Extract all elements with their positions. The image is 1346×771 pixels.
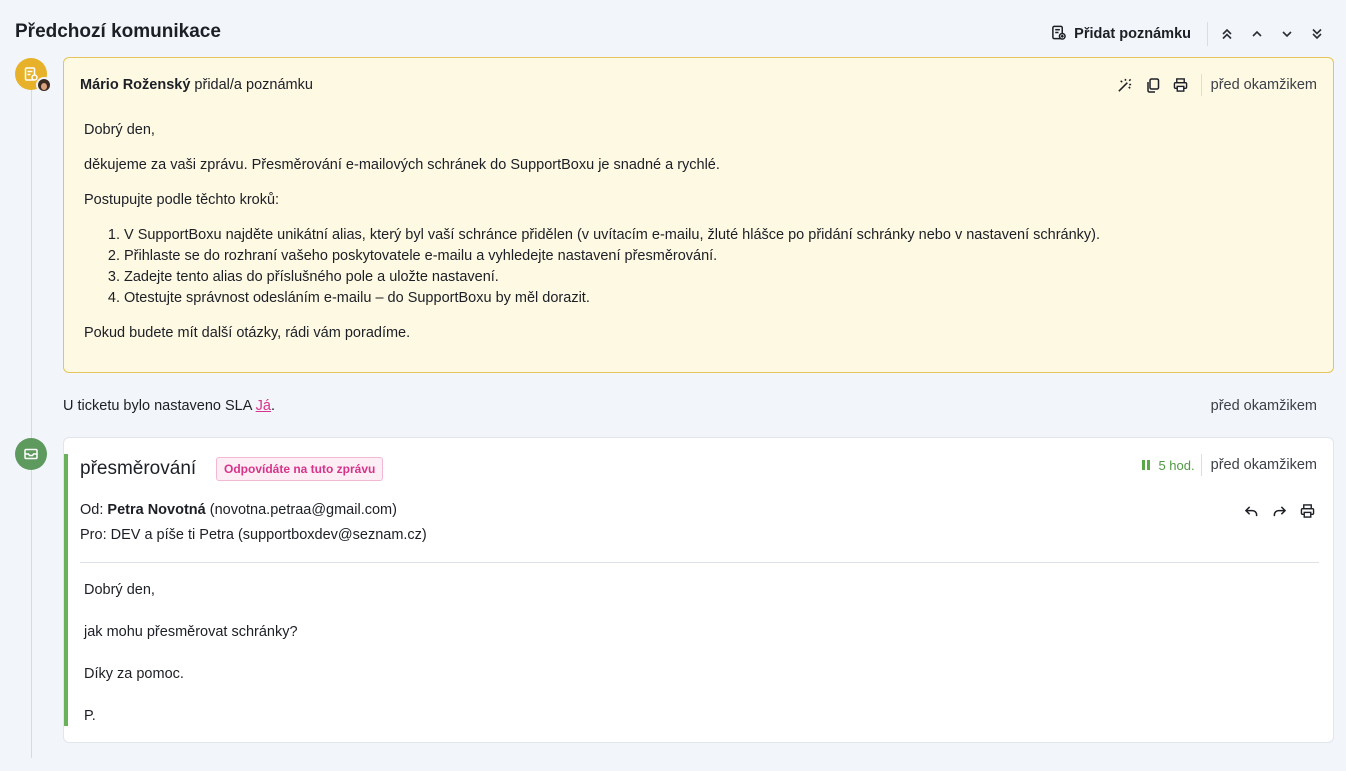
note-action-text: přidal/a poznámku	[190, 77, 313, 93]
jump-first-button[interactable]	[1212, 20, 1242, 48]
list-item: Zadejte tento alias do příslušného pole …	[124, 267, 1314, 288]
chevron-down-icon	[1282, 31, 1292, 38]
sla-event-text: U ticketu bylo nastaveno SLA Já.	[63, 398, 275, 414]
mail-card: přesměrování Odpovídáte na tuto zprávu 5…	[63, 437, 1334, 743]
mail-body-line: Dobrý den,	[84, 582, 155, 598]
list-item: Přihlaste se do rozhraní vašeho poskytov…	[124, 246, 1314, 267]
note-card: Mário Roženský přidal/a poznámku před ok…	[63, 57, 1334, 373]
note-timestamp: před okamžikem	[1210, 77, 1317, 93]
note-intro: děkujeme za vaši zprávu. Přesměrování e-…	[84, 157, 720, 173]
sla-text-end: .	[270, 398, 276, 414]
note-plus-icon	[1051, 25, 1066, 44]
note-author: Mário Roženský	[80, 77, 191, 93]
author-avatar	[36, 77, 52, 93]
chevrons-down-icon	[1312, 28, 1322, 40]
forward-button[interactable]	[1265, 500, 1293, 522]
sla-text: U ticketu bylo nastaveno SLA	[63, 398, 256, 414]
page-title: Předchozí komunikace	[15, 21, 221, 42]
note-greeting: Dobrý den,	[84, 122, 155, 138]
reply-button[interactable]	[1237, 500, 1265, 522]
chevron-up-icon	[1252, 30, 1262, 37]
mail-incoming-icon	[24, 448, 38, 460]
mail-accent-bar	[64, 454, 68, 726]
previous-button[interactable]	[1242, 20, 1272, 48]
replying-badge: Odpovídáte na tuto zprávu	[216, 457, 384, 481]
jump-last-button[interactable]	[1302, 20, 1332, 48]
note-steps-list: V SupportBoxu najděte unikátní alias, kt…	[84, 225, 1314, 309]
reply-icon	[1244, 505, 1257, 516]
mail-to: Pro: DEV a píše ti Petra (supportboxdev@…	[80, 527, 427, 543]
mail-body-line: Díky za pomoc.	[84, 666, 184, 682]
magic-wand-icon	[1118, 78, 1132, 92]
mail-divider	[80, 562, 1319, 563]
copy-icon	[1146, 77, 1159, 93]
note-body: Dobrý den, děkujeme za vaši zprávu. Přes…	[84, 120, 1314, 358]
copy-button[interactable]	[1139, 74, 1167, 96]
sla-event: U ticketu bylo nastaveno SLA Já. před ok…	[63, 396, 1317, 416]
note-closing: Pokud budete mít další otázky, rádi vám …	[84, 325, 411, 341]
sla-remaining: 5 hod.	[1158, 457, 1195, 473]
timeline-line	[31, 90, 32, 758]
meta-divider	[1200, 454, 1202, 476]
print-icon	[1173, 78, 1188, 92]
print-button[interactable]	[1167, 74, 1195, 96]
toolbar-divider	[1207, 22, 1208, 46]
chevrons-up-icon	[1222, 28, 1232, 40]
mail-subject: přesměrování	[80, 458, 197, 479]
mail-meta: 5 hod. před okamžikem	[1142, 454, 1317, 476]
sla-timer: 5 hod.	[1142, 457, 1195, 473]
mail-body-line: jak mohu přesměrovat schránky?	[84, 624, 298, 640]
list-item: V SupportBoxu najděte unikátní alias, kt…	[124, 225, 1314, 246]
mail-body: Dobrý den, jak mohu přesměrovat schránky…	[84, 580, 298, 742]
pause-icon	[1142, 460, 1151, 470]
sla-link[interactable]: Já	[256, 398, 271, 414]
sla-event-timestamp: před okamžikem	[1210, 398, 1317, 414]
mail-actions	[1237, 500, 1321, 522]
from-label: Od:	[80, 502, 108, 518]
note-actions: před okamžikem	[1111, 74, 1317, 96]
print-icon	[1300, 504, 1314, 518]
sender-email: (novotna.petraa@gmail.com)	[205, 502, 397, 518]
timeline-toolbar: Přidat poznámku	[1045, 20, 1332, 48]
ai-assist-button[interactable]	[1111, 74, 1139, 96]
mail-timestamp: před okamžikem	[1210, 457, 1317, 473]
mail-from: Od: Petra Novotná (novotna.petraa@gmail.…	[80, 502, 397, 518]
mail-body-line: P.	[84, 708, 96, 724]
sender-name: Petra Novotná	[107, 502, 206, 518]
note-steps-intro: Postupujte podle těchto kroků:	[84, 192, 280, 208]
actions-divider	[1200, 74, 1202, 96]
next-button[interactable]	[1272, 20, 1302, 48]
add-note-label: Přidat poznámku	[1074, 26, 1191, 42]
list-item: Otestujte správnost odesláním e-mailu – …	[124, 288, 1314, 309]
add-note-button[interactable]: Přidat poznámku	[1045, 20, 1207, 48]
forward-icon	[1273, 505, 1286, 516]
mail-event-avatar	[15, 438, 47, 470]
note-header: Mário Roženský přidal/a poznámku	[80, 77, 313, 93]
print-button[interactable]	[1293, 500, 1321, 522]
